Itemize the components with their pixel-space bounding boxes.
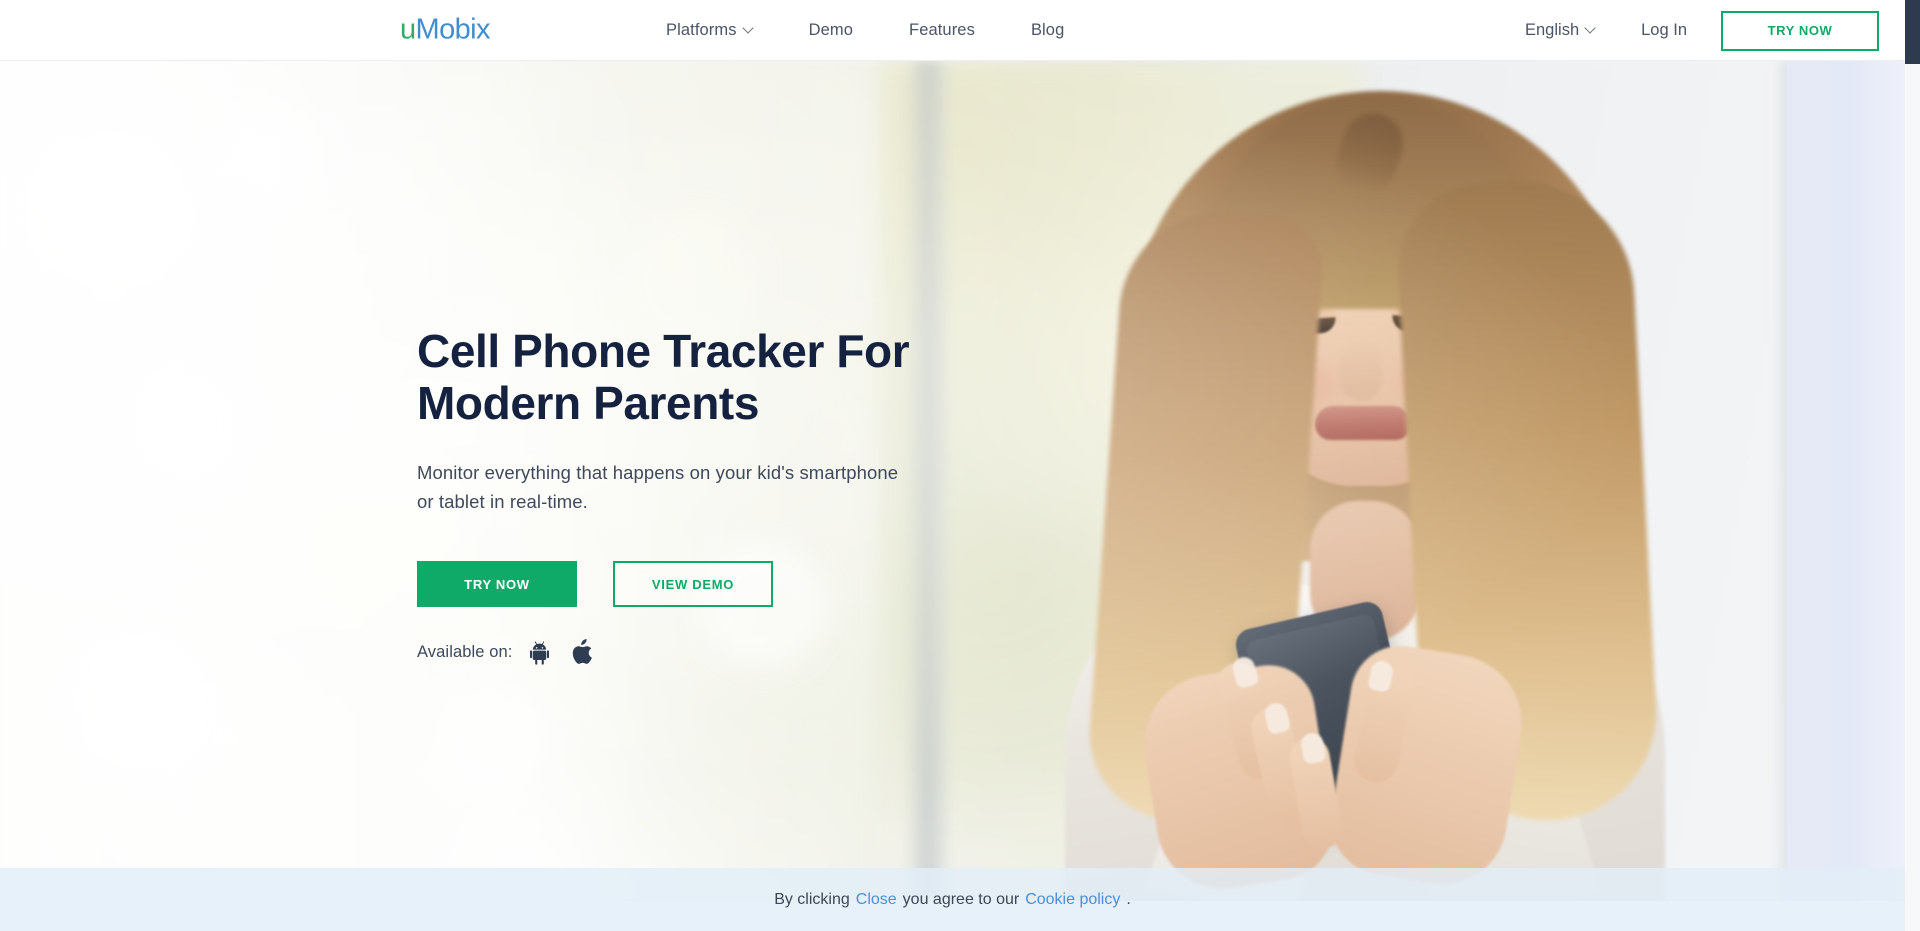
nav-item-features[interactable]: Features — [881, 21, 1003, 40]
apple-icon[interactable] — [572, 639, 594, 665]
header-actions: English Log In TRY NOW — [1503, 0, 1879, 61]
logo-mobix: Mobix — [415, 13, 491, 46]
language-selector[interactable]: English — [1503, 21, 1617, 40]
header-try-now-button[interactable]: TRY NOW — [1721, 10, 1879, 51]
login-link[interactable]: Log In — [1617, 21, 1711, 40]
hero-view-demo-button[interactable]: VIEW DEMO — [613, 561, 773, 608]
lips — [1315, 406, 1411, 440]
nav-item-demo-label: Demo — [808, 21, 854, 39]
page-scrollbar-thumb[interactable] — [1905, 0, 1920, 64]
nav-item-platforms-label: Platforms — [666, 21, 737, 39]
nav-item-features-label: Features — [909, 21, 975, 39]
cookie-message: By clicking Close you agree to our Cooki… — [774, 891, 1131, 909]
cookie-prefix: By clicking — [774, 890, 850, 908]
nav-item-demo[interactable]: Demo — [781, 21, 881, 40]
nose — [1340, 343, 1382, 401]
chevron-down-icon — [744, 24, 753, 33]
site-logo[interactable]: uMobix — [400, 14, 490, 47]
right-wall-panel — [1787, 61, 1905, 901]
cookie-middle: you agree to our — [902, 890, 1020, 908]
logo-u: u — [400, 13, 416, 46]
nav-item-blog-label: Blog — [1030, 21, 1065, 39]
hero-background-photo — [0, 61, 1905, 901]
hero-try-now-button[interactable]: TRY NOW — [417, 561, 577, 608]
nav-item-blog[interactable]: Blog — [1003, 21, 1092, 40]
hero-subtitle: Monitor everything that happens on your … — [417, 462, 899, 512]
nav-item-platforms[interactable]: Platforms — [638, 21, 781, 40]
cookie-close-link[interactable]: Close — [856, 891, 897, 909]
hero-content: Cell Phone Tracker For Modern Parents Mo… — [417, 325, 937, 666]
language-selector-label: English — [1525, 21, 1580, 39]
page-scrollbar-track[interactable] — [1905, 0, 1920, 931]
cookie-policy-link[interactable]: Cookie policy — [1025, 891, 1120, 909]
main-navigation: Platforms Demo Features Blog — [638, 0, 1092, 61]
page-title: Cell Phone Tracker For Modern Parents — [417, 325, 910, 429]
android-icon[interactable] — [530, 639, 554, 666]
site-header: uMobix Platforms Demo Features Blog Engl… — [0, 0, 1905, 61]
cookie-suffix: . — [1126, 890, 1131, 908]
chevron-down-icon — [1586, 24, 1595, 33]
hero-subject-woman — [1010, 61, 1710, 901]
available-on-label: Available on: — [417, 642, 513, 661]
cookie-consent-bar: By clicking Close you agree to our Cooki… — [0, 868, 1905, 931]
available-platforms: Available on: — [417, 639, 937, 666]
hero-cta-group: TRY NOW VIEW DEMO — [417, 561, 937, 608]
hero-section: Cell Phone Tracker For Modern Parents Mo… — [0, 61, 1905, 901]
